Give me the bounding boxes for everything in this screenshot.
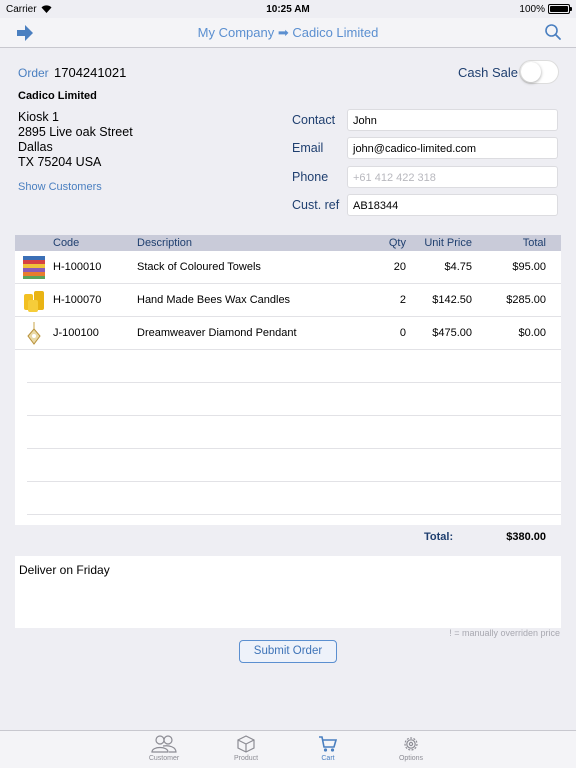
gear-icon (404, 737, 418, 751)
email-field[interactable]: john@cadico-limited.com (347, 137, 558, 159)
item-description: Stack of Coloured Towels (137, 261, 261, 273)
tab-product[interactable]: Product (211, 735, 281, 762)
empty-row (27, 482, 561, 515)
order-label: Order (18, 66, 49, 80)
table-row[interactable]: H-100010 Stack of Coloured Towels 20 $4.… (15, 251, 561, 284)
cart-table: Code Description Qty Unit Price Total H-… (15, 235, 561, 525)
wifi-icon (41, 5, 52, 13)
contact-field[interactable]: John (347, 109, 558, 131)
empty-row (27, 416, 561, 449)
cart-icon (319, 736, 338, 752)
search-icon[interactable] (544, 23, 562, 41)
customer-name: Cadico Limited (18, 90, 97, 102)
pendant-icon (27, 322, 41, 345)
address-line: 2895 Live oak Street (18, 125, 133, 139)
order-notes[interactable]: Deliver on Friday (15, 556, 561, 628)
towels-icon (23, 256, 45, 279)
item-unit-price: $4.75 (444, 261, 472, 273)
total-label: Total: (424, 531, 454, 543)
customer-icon (151, 735, 177, 753)
phone-label: Phone (292, 170, 329, 184)
battery-percent: 100% (519, 3, 545, 15)
item-total: $285.00 (506, 294, 546, 306)
tab-options[interactable]: Options (376, 735, 446, 762)
cash-sale-toggle[interactable] (519, 60, 559, 84)
nav-title: My Company ➡ Cadico Limited (197, 25, 379, 40)
item-total: $95.00 (512, 261, 546, 273)
override-note: ! = manually overriden price (449, 628, 560, 638)
total-value: $380.00 (506, 531, 546, 543)
tab-customer[interactable]: Customer (129, 735, 199, 762)
candles-icon (24, 291, 44, 312)
item-description: Dreamweaver Diamond Pendant (137, 327, 297, 339)
nav-bar: My Company ➡ Cadico Limited (0, 18, 576, 48)
status-bar: Carrier 10:25 AM 100% (0, 0, 576, 18)
item-code: H-100070 (53, 294, 102, 306)
cust-ref-label: Cust. ref (292, 198, 340, 212)
tab-label: Customer (148, 755, 180, 762)
empty-row (27, 449, 561, 482)
address-line: Dallas (18, 140, 53, 154)
carrier-label: Carrier (6, 3, 37, 15)
phone-field[interactable]: +61 412 422 318 (347, 166, 558, 188)
item-code: H-100010 (53, 261, 102, 273)
tab-bar: Customer Product Cart Options (0, 730, 576, 768)
item-code: J-100100 (53, 327, 99, 339)
item-total: $0.00 (518, 327, 546, 339)
tab-label: Options (398, 755, 424, 762)
item-unit-price: $142.50 (432, 294, 472, 306)
column-header-code: Code (53, 237, 80, 249)
cash-sale-label: Cash Sale (458, 65, 518, 80)
address-line: TX 75204 USA (18, 155, 102, 169)
table-row[interactable]: H-100070 Hand Made Bees Wax Candles 2 $1… (15, 284, 561, 317)
cust-ref-field[interactable]: AB18344 (347, 194, 558, 216)
order-number: 1704241021 (54, 65, 127, 80)
column-header-description: Description (137, 237, 193, 249)
item-unit-price: $475.00 (432, 327, 472, 339)
table-row[interactable]: J-100100 Dreamweaver Diamond Pendant 0 $… (15, 317, 561, 350)
item-qty: 20 (393, 261, 406, 273)
table-header: Code Description Qty Unit Price Total (15, 235, 561, 251)
item-description: Hand Made Bees Wax Candles (137, 294, 291, 306)
tab-label: Product (233, 755, 259, 762)
battery-icon (548, 4, 572, 14)
submit-order-button[interactable]: Submit Order (239, 640, 337, 663)
email-label: Email (292, 141, 324, 155)
item-qty: 0 (399, 327, 406, 339)
column-header-unit-price: Unit Price (424, 237, 472, 249)
column-header-total: Total (522, 237, 546, 249)
column-header-qty: Qty (388, 237, 406, 249)
product-icon (237, 735, 255, 753)
empty-row (27, 350, 561, 383)
tab-cart[interactable]: Cart (293, 735, 363, 762)
status-time: 10:25 AM (266, 3, 310, 15)
item-qty: 2 (399, 294, 406, 306)
address-line: Kiosk 1 (18, 110, 59, 124)
empty-row (27, 383, 561, 416)
contact-label: Contact (292, 113, 336, 127)
show-customers-link[interactable]: Show Customers (18, 181, 102, 193)
tab-label: Cart (321, 755, 335, 762)
